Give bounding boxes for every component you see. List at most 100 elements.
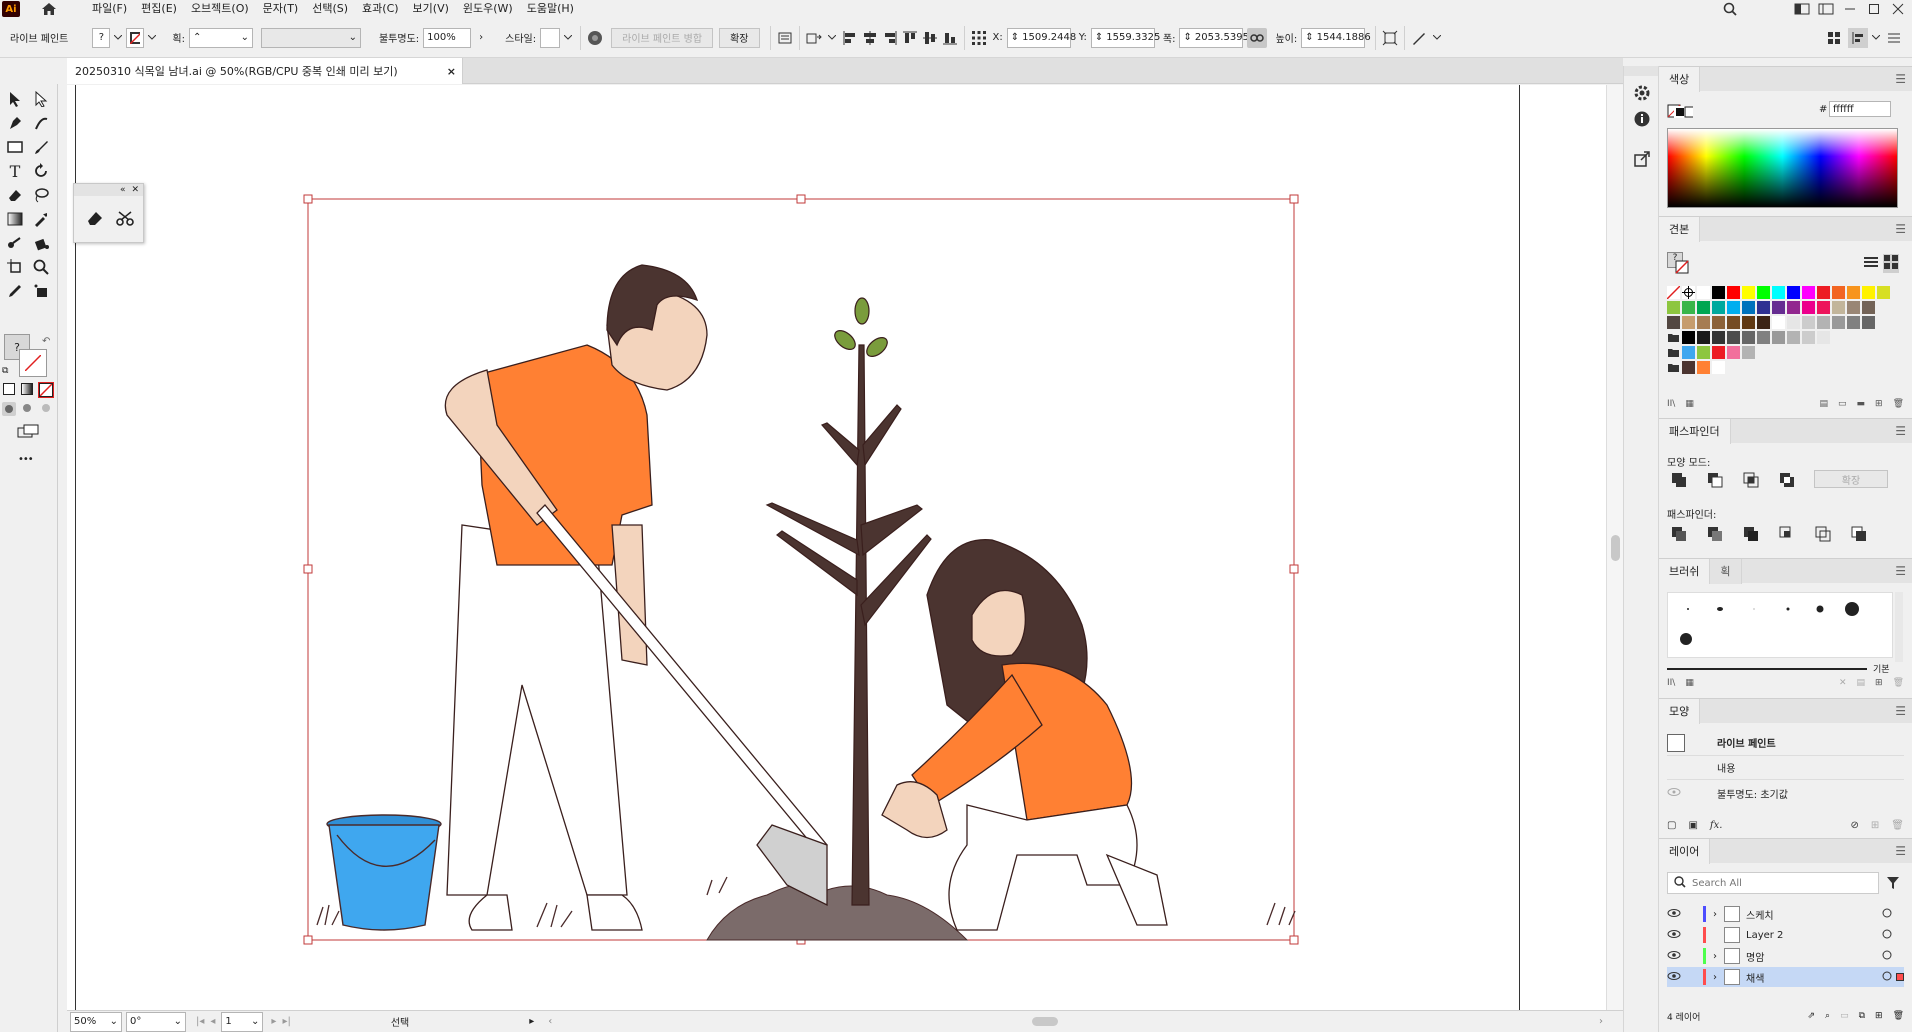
puppet-warp-tool-icon[interactable] [4,232,26,254]
tab-swatches[interactable]: 견본 [1659,216,1701,242]
target-icon[interactable] [1882,950,1892,963]
lasso-tool-icon[interactable] [30,184,52,206]
layer-name[interactable]: Layer 2 [1746,930,1783,941]
delete-icon[interactable]: 🗑 [1893,1011,1904,1021]
last-artboard-icon[interactable]: ▸| [282,1016,290,1027]
color-swatch[interactable] [1742,301,1755,314]
tab-pathfinder[interactable]: 패스파인더 [1659,418,1731,444]
folder-icon[interactable]: ▬ [1857,399,1866,413]
color-swatch[interactable] [1772,286,1785,299]
color-swatch[interactable] [1787,286,1800,299]
chevron-down-icon[interactable] [110,30,126,46]
reference-point-icon[interactable] [969,28,989,48]
menu-lines-icon[interactable] [1884,28,1904,48]
export-icon[interactable]: ⇗ [1807,1011,1815,1021]
panel-toggle-icon[interactable] [1848,27,1868,48]
edit-toolbar-icon[interactable]: ••• [18,454,34,465]
draw-inside-icon[interactable] [40,402,52,417]
chevron-down-icon[interactable] [144,30,160,46]
draw-normal-icon[interactable] [2,402,16,416]
visibility-eye-icon[interactable] [1667,929,1683,942]
eyedropper-tool-icon[interactable] [30,208,52,230]
layer-row[interactable]: › 스케치 [1667,904,1904,924]
document-setup-icon[interactable] [775,28,795,48]
width-input[interactable]: ⇕ 2053.5395 [1179,27,1249,48]
selected-art-indicator[interactable] [1896,973,1904,981]
align-top-icon[interactable] [900,28,920,48]
vertical-scrollbar[interactable] [1606,85,1623,1010]
layer-name[interactable]: 명암 [1746,949,1764,964]
prev-artboard-icon[interactable]: ◂ [210,1016,215,1027]
color-swatch[interactable] [1667,316,1680,329]
status-menu-icon[interactable]: ▸ [529,1016,534,1027]
color-swatch[interactable] [1787,331,1800,344]
color-swatch[interactable] [1802,331,1815,344]
pen-tool-icon[interactable] [4,112,26,134]
layers-search-input[interactable] [1692,877,1862,889]
unite-icon[interactable] [1671,472,1687,491]
stroke-box[interactable] [19,349,47,377]
swatch-options-icon[interactable]: ▤ [1819,399,1828,413]
appearance-object-row[interactable]: 라이브 페인트 [1667,730,1904,756]
align-left-icon[interactable] [840,28,860,48]
swatch-folder-icon[interactable] [1667,346,1680,359]
layer-name[interactable]: 스케치 [1746,907,1774,922]
color-swatch[interactable] [1666,285,1681,300]
color-swatch[interactable] [1802,286,1815,299]
exclude-icon[interactable] [1779,472,1795,491]
merge-live-paint-button[interactable]: 라이브 페인트 병합 [611,27,714,48]
eraser-tool-icon[interactable] [86,210,104,229]
swatch-folder-icon[interactable] [1667,361,1680,374]
remove-stroke-icon[interactable]: ✕ [1839,678,1847,692]
menu-edit[interactable]: 편집(E) [134,0,184,18]
home-icon[interactable] [38,1,60,17]
new-layer-icon[interactable]: ⊞ [1875,1011,1883,1021]
trim-icon[interactable] [1707,526,1723,545]
appearance-contents-row[interactable]: 내용 [1667,756,1904,780]
outline-icon[interactable] [1815,526,1831,545]
menu-effect[interactable]: 효과(C) [355,0,406,18]
screen-mode-icon[interactable] [17,424,39,441]
menu-file[interactable]: 파일(F) [85,0,134,18]
color-swatch[interactable] [1697,346,1710,359]
clear-appearance-icon[interactable]: ⊘ [1851,820,1859,831]
align-middle-icon[interactable] [920,28,940,48]
color-swatch[interactable] [1862,286,1875,299]
default-fill-stroke-icon[interactable]: ⧉ [2,366,8,376]
color-swatch[interactable] [1817,301,1830,314]
info-icon[interactable] [1633,110,1651,131]
expand-button[interactable]: 확장 [719,27,760,48]
color-swatch[interactable] [1847,301,1860,314]
panel-menu-icon[interactable]: ☰ [1895,72,1906,86]
tab-color[interactable]: 색상 [1659,66,1701,92]
target-icon[interactable] [1882,908,1892,921]
menu-window[interactable]: 윈도우(W) [456,0,520,18]
brush-options-icon[interactable]: ▤ [1857,678,1866,692]
appearance-opacity-row[interactable]: 불투명도: 초기값 [1667,780,1904,806]
gear-icon[interactable] [1633,84,1651,105]
export-icon[interactable] [1633,150,1651,171]
color-swatch[interactable] [1682,286,1695,299]
visibility-eye-icon[interactable] [1667,787,1681,800]
link-proportions-icon[interactable] [1247,27,1268,48]
intersect-icon[interactable] [1743,472,1759,491]
visibility-eye-icon[interactable] [1667,908,1683,921]
layer-row[interactable]: › 명암 [1667,946,1904,966]
menu-help[interactable]: 도움말(H) [520,0,581,18]
color-swatch[interactable] [1757,316,1770,329]
color-swatch[interactable] [1727,316,1740,329]
symbol-sprayer-tool-icon[interactable] [30,280,52,302]
color-swatch[interactable] [1742,316,1755,329]
close-icon[interactable] [1890,1,1906,17]
brush-scrollbar[interactable] [1895,592,1903,662]
minus-back-icon[interactable] [1851,526,1867,545]
color-swatch[interactable] [1742,331,1755,344]
arrange-icon[interactable] [1824,28,1844,48]
isolate-icon[interactable] [1380,28,1400,48]
color-swatch[interactable] [1787,316,1800,329]
color-swatch[interactable] [1832,316,1845,329]
minus-front-icon[interactable] [1707,472,1723,491]
pathfinder-expand-button[interactable]: 확장 [1814,470,1888,488]
color-swatch[interactable] [1817,286,1830,299]
new-swatch-icon[interactable]: ⊞ [1875,399,1883,413]
